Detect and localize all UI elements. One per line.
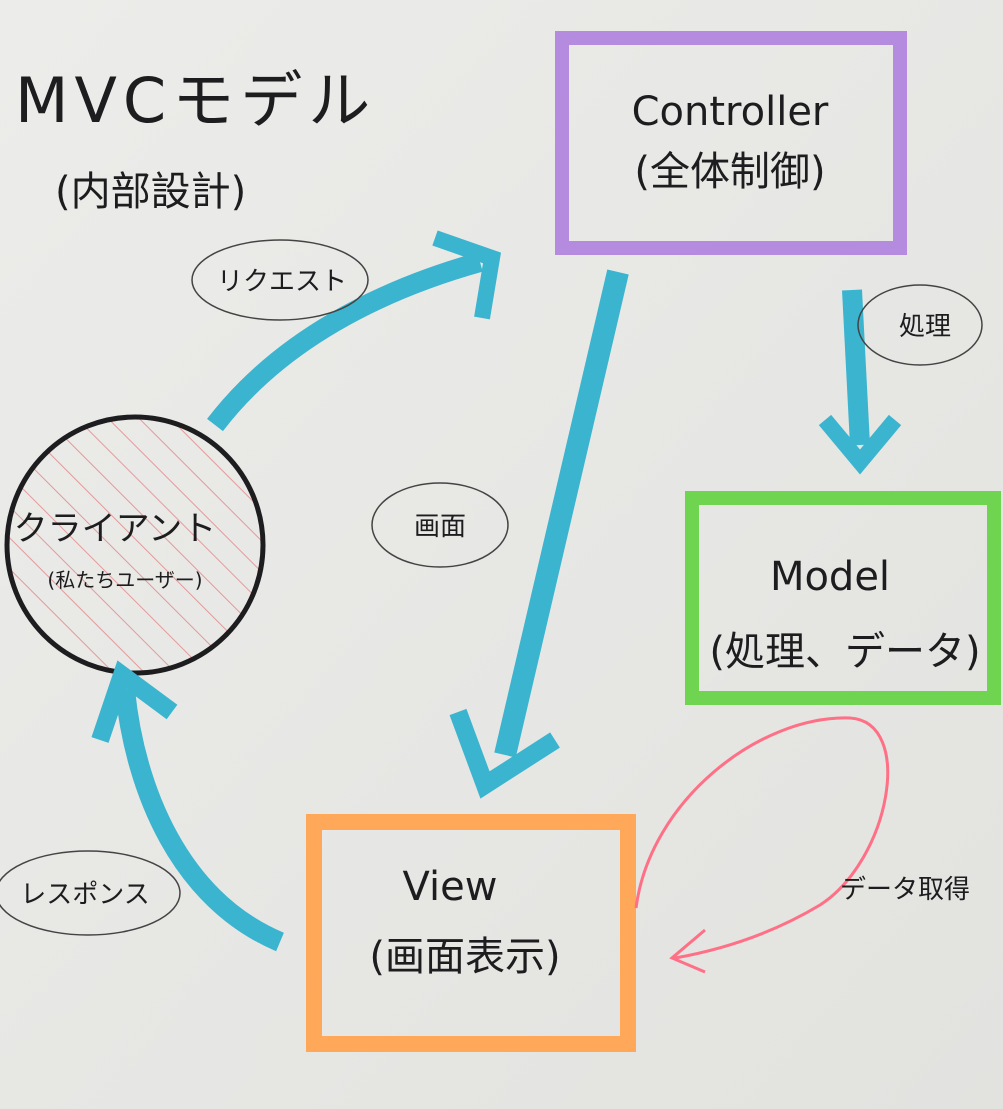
process-label: 処理: [899, 312, 951, 342]
mvc-diagram: MVCモデル (内部設計) Controller (全体制御) Model (処…: [0, 0, 1003, 1109]
response-label: レスポンス: [20, 880, 149, 910]
screen-label: 画面: [414, 512, 466, 542]
view-desc: (画面表示): [369, 934, 560, 980]
request-label: リクエスト: [217, 267, 347, 297]
data-fetch-label: データ取得: [840, 875, 970, 905]
controller-desc: (全体制御): [634, 149, 825, 195]
client-desc: (私たちユーザー): [47, 568, 202, 592]
title: MVCモデル: [15, 64, 376, 137]
subtitle: (内部設計): [55, 169, 246, 215]
client-name: クライアント: [14, 509, 217, 549]
view-name: View: [403, 864, 498, 910]
process-arrow: [842, 289, 870, 446]
controller-name: Controller: [632, 89, 829, 135]
model-desc: (処理、データ): [709, 629, 980, 675]
model-name: Model: [770, 554, 890, 600]
